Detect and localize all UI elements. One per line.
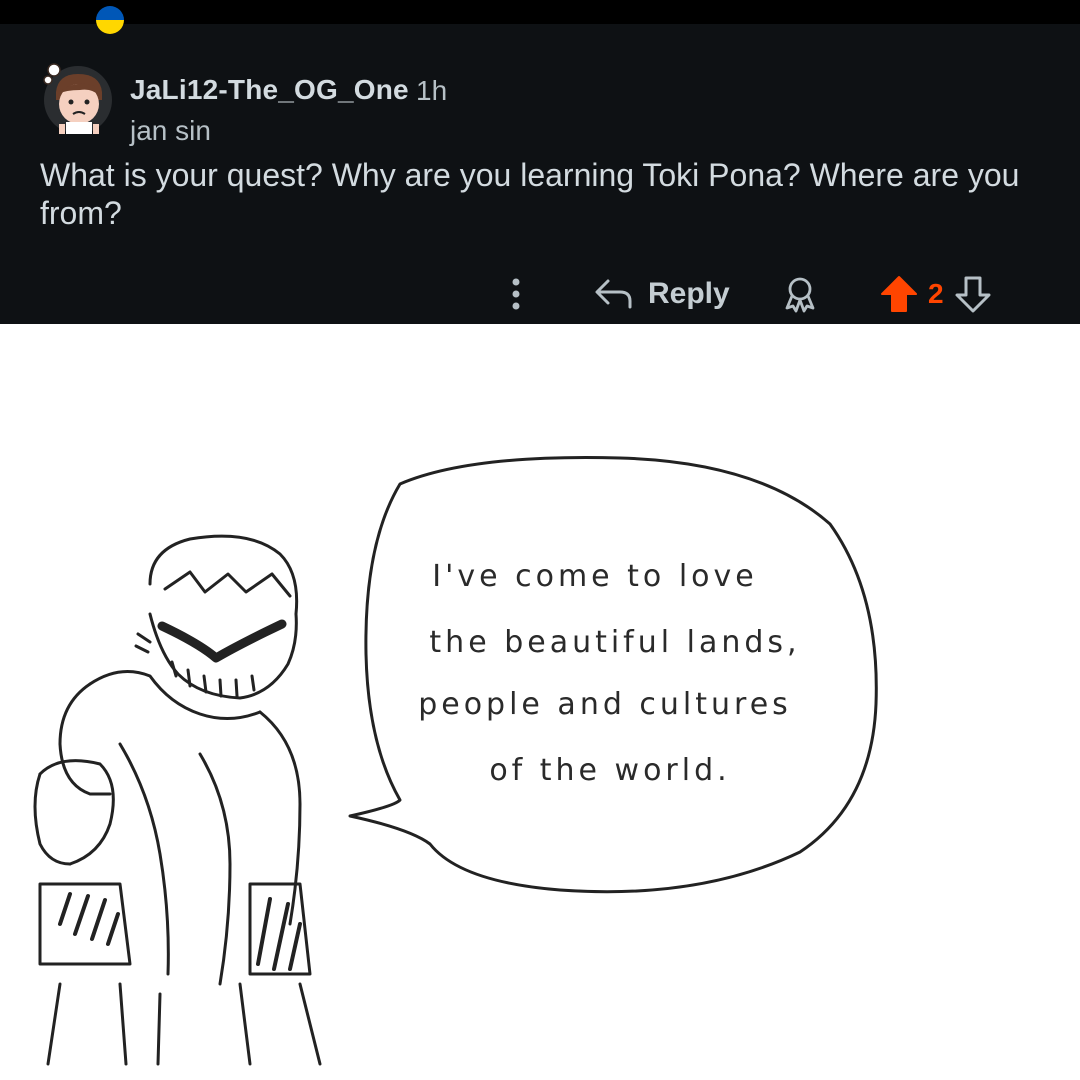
reply-arrow-icon: [595, 279, 632, 309]
top-status-strip: [0, 0, 1080, 24]
vote-score: 2: [928, 278, 944, 309]
vote-controls: 2: [880, 270, 992, 318]
armored-knight-sketch: [33, 534, 322, 1066]
comic-panel: I've come to love the beautiful lands, p…: [33, 456, 878, 1066]
ukraine-flag-icon: [96, 6, 124, 34]
more-options-icon: [512, 278, 520, 310]
speech-line-2: the beautiful lands,: [429, 625, 800, 660]
reply-label: Reply: [648, 277, 730, 310]
user-flair: jan sin: [130, 115, 211, 146]
reply-button[interactable]: Reply: [594, 270, 730, 318]
upvote-icon[interactable]: [880, 274, 918, 314]
speech-bubble: [348, 456, 878, 894]
comment-body: What is your quest? Why are you learning…: [40, 157, 1020, 231]
downvote-icon[interactable]: [954, 274, 992, 314]
speech-line-4: of the world.: [489, 753, 730, 788]
speech-line-1: I've come to love: [432, 559, 757, 594]
comment-timestamp: 1h: [416, 75, 448, 106]
award-icon: [785, 277, 815, 313]
comment-card: JaLi12-The_OG_One 1h jan sin What is you…: [0, 24, 1080, 324]
more-options-button[interactable]: [500, 270, 532, 318]
speech-line-3: people and cultures: [418, 687, 792, 722]
avatar[interactable]: [42, 62, 114, 134]
username[interactable]: JaLi12-The_OG_One: [130, 74, 409, 106]
award-button[interactable]: [780, 270, 820, 318]
